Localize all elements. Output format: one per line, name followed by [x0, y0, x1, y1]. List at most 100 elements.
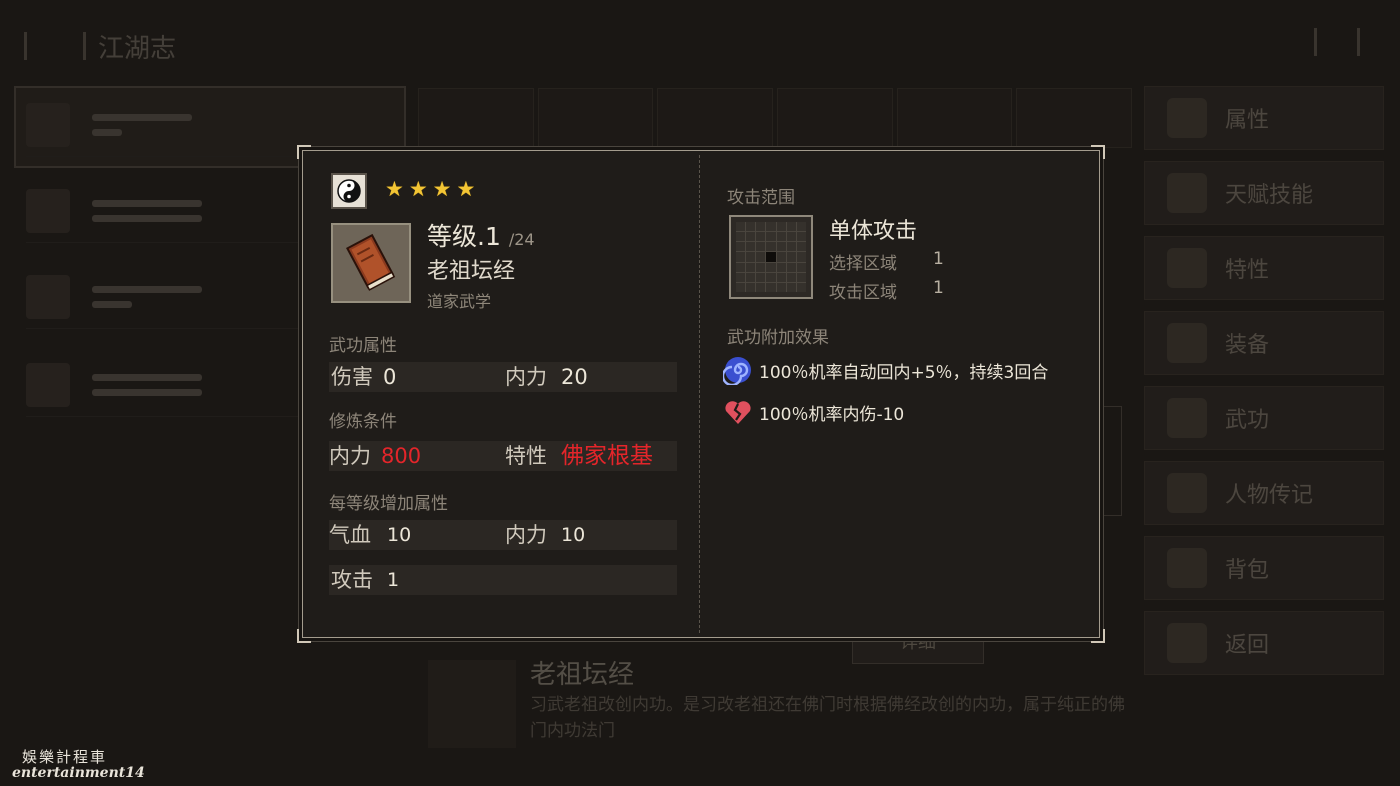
attack-area-label: 攻击区域 [829, 283, 897, 303]
watermark: 娛樂計程車 entertainment14 [12, 746, 145, 781]
door-icon [1167, 623, 1207, 663]
menu-item-return[interactable]: 返回 [1144, 611, 1384, 675]
menu-item-biography[interactable]: 人物传记 [1144, 461, 1384, 525]
sword-icon [1167, 323, 1207, 363]
skill-tooltip: ★ ★ ★ ★ 等级.1/24 老祖坛经 道家武学 武功属性 伤害 0 内力 2… [297, 145, 1105, 643]
menu-label: 人物传记 [1225, 483, 1314, 508]
avatar [26, 363, 70, 407]
selected-skill-summary: 老祖坛经 习武老祖改创内功。是习改老祖还在佛门时根据佛经改创的内功，属于纯正的佛… [428, 652, 1128, 752]
effect-text: 100％机率自动回内+5％，持续3回合 [759, 362, 1049, 383]
menu-label: 属性 [1225, 108, 1270, 133]
req-trait-value: 佛家根基 [561, 443, 653, 469]
hp-value: 10 [387, 524, 412, 546]
menu-label: 装备 [1225, 333, 1270, 358]
section-title-requirements: 修炼条件 [329, 412, 397, 432]
star-icon: ★ [456, 177, 476, 201]
corner-ornament [297, 629, 311, 643]
person-icon [1167, 98, 1207, 138]
corner-ornament [297, 145, 311, 159]
level-label: 等级.1 [427, 222, 501, 251]
per-level-inner-label: 内力 [505, 523, 547, 547]
watermark-english: entertainment14 [12, 765, 145, 781]
monk-icon [1167, 173, 1207, 213]
select-area-label: 选择区域 [829, 254, 897, 274]
attack-area-value: 1 [933, 278, 944, 298]
corner-ornament [1091, 629, 1105, 643]
attack-range-name: 单体攻击 [829, 219, 918, 244]
menu-item-backpack[interactable]: 背包 [1144, 536, 1384, 600]
side-menu: 属性 天赋技能 特性 装备 武功 人物传记 背包 返回 [1144, 86, 1384, 686]
tab-category-3[interactable] [657, 88, 774, 148]
avatar [26, 103, 70, 147]
menu-item-martial-arts[interactable]: 武功 [1144, 386, 1384, 450]
section-title-attack-range: 攻击范围 [727, 188, 795, 208]
per-level-row-2: 攻击 1 [329, 565, 677, 595]
scroll-icon [1167, 473, 1207, 513]
watermark-chinese: 娛樂計程車 [22, 748, 108, 766]
corner-ornament [1091, 145, 1105, 159]
book-icon [1167, 398, 1207, 438]
per-level-inner-value: 10 [561, 524, 586, 546]
tab-category-2[interactable] [537, 88, 654, 148]
menu-item-talents[interactable]: 天赋技能 [1144, 161, 1384, 225]
attack-label: 攻击 [331, 568, 373, 592]
section-title-extra-effects: 武功附加效果 [727, 328, 829, 348]
level-max: /24 [508, 230, 535, 249]
attack-value: 1 [387, 569, 400, 591]
effect-text: 100％机率内伤-10 [759, 404, 905, 425]
section-title-martial-attrs: 武功属性 [329, 336, 397, 356]
star-icon: ★ [432, 177, 452, 201]
inner-power-value: 20 [561, 365, 588, 389]
req-inner-value: 800 [381, 444, 422, 468]
rarity-stars: ★ ★ ★ ★ [385, 177, 475, 201]
star-icon: ★ [385, 177, 404, 201]
damage-label: 伤害 [331, 365, 373, 389]
per-level-row-1: 气血 10 内力 10 [329, 520, 677, 550]
summary-skill-name: 老祖坛经 [530, 660, 635, 690]
star-icon: ★ [408, 177, 428, 201]
menu-label: 特性 [1225, 258, 1270, 283]
top-right-ornament [1314, 28, 1360, 56]
attack-range-grid [729, 215, 813, 299]
menu-item-attributes[interactable]: 属性 [1144, 86, 1384, 150]
effect-item-2: 100％机率内伤-10 [723, 397, 904, 427]
skill-level: 等级.1/24 [427, 217, 535, 253]
skill-school: 道家武学 [427, 292, 492, 311]
screen-title: 江湖志 [24, 26, 176, 66]
avatar [26, 275, 70, 319]
summary-skill-description: 习武老祖改创内功。是习改老祖还在佛门时根据佛经改创的内功，属于纯正的佛门内功法门 [530, 695, 1125, 741]
tab-category-1[interactable] [418, 88, 534, 148]
skill-name: 老祖坛经 [427, 259, 516, 284]
menu-label: 背包 [1225, 558, 1270, 583]
bag-icon [1167, 548, 1207, 588]
panel-divider [699, 155, 700, 633]
req-inner-label: 内力 [329, 444, 371, 468]
yin-yang-icon [331, 173, 367, 209]
broken-heart-icon [723, 397, 753, 427]
tab-category-5[interactable] [896, 88, 1013, 148]
tab-category-6[interactable] [1016, 88, 1133, 148]
menu-item-equipment[interactable]: 装备 [1144, 311, 1384, 375]
section-title-per-level: 每等级增加属性 [329, 494, 448, 514]
tab-category-4[interactable] [777, 88, 893, 148]
inner-power-label: 内力 [505, 365, 547, 389]
target-cell [766, 252, 776, 262]
menu-label: 返回 [1225, 633, 1270, 658]
party-member-1[interactable] [26, 94, 386, 157]
effect-item-1: 100％机率自动回内+5％，持续3回合 [723, 355, 1048, 385]
menu-label: 天赋技能 [1225, 183, 1314, 208]
screen-title-text: 江湖志 [98, 33, 177, 64]
menu-item-traits[interactable]: 特性 [1144, 236, 1384, 300]
req-trait-label: 特性 [505, 444, 547, 468]
scripture-book-icon [331, 223, 411, 303]
title-ornament [24, 32, 86, 60]
select-area-value: 1 [933, 249, 944, 269]
damage-value: 0 [383, 365, 397, 389]
avatar [26, 189, 70, 233]
skill-thumbnail [428, 660, 516, 748]
hp-label: 气血 [329, 523, 371, 547]
skill-category-tabs [418, 88, 1133, 148]
swirl-icon [723, 355, 753, 385]
requirements-row: 内力 800 特性 佛家根基 [329, 441, 677, 471]
menu-label: 武功 [1225, 408, 1270, 433]
